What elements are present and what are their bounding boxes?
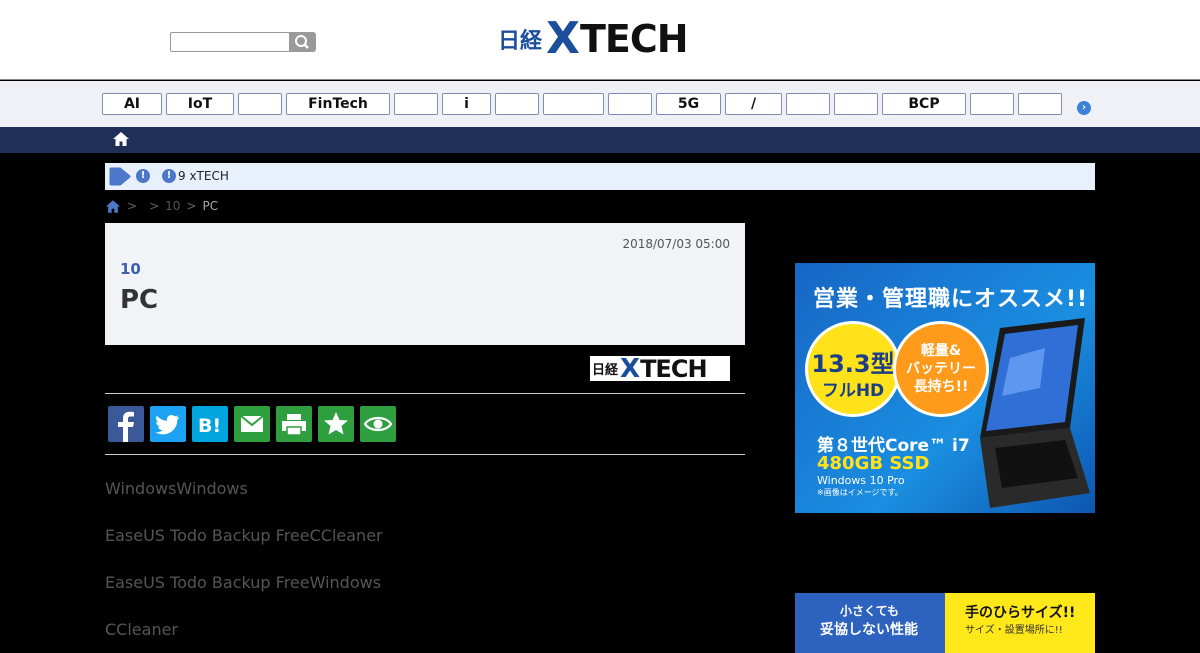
ad-left-panel: 小さくても 妥協しない性能 (795, 593, 945, 653)
breadcrumb-current: PC (202, 199, 219, 213)
nav-tag[interactable] (608, 93, 652, 115)
print-button[interactable] (276, 406, 312, 442)
nav-tag[interactable] (543, 93, 604, 115)
mail-share-button[interactable] (234, 406, 270, 442)
facebook-share-button[interactable] (108, 406, 144, 442)
chevron-right-icon[interactable]: › (1077, 101, 1091, 115)
star-icon (324, 412, 348, 435)
nav-tag-ai[interactable]: AI (102, 93, 162, 115)
source-logo-tech: TECH (640, 354, 707, 383)
ad-left-text: 妥協しない性能 (820, 622, 918, 638)
arrow-right-icon (109, 167, 131, 186)
hatena-bookmark-icon: B! (198, 415, 221, 437)
breadcrumb-separator: > (186, 199, 197, 213)
ad-right-text: 手のひらサイズ!! (965, 605, 1076, 621)
nav-tag[interactable] (834, 93, 878, 115)
home-bar (0, 127, 1200, 153)
search-input[interactable] (170, 32, 290, 52)
search-box (170, 32, 316, 52)
logo-tech: TECH (579, 17, 689, 61)
watch-button[interactable] (360, 406, 396, 442)
site-header: 日経 X TECH (0, 0, 1200, 80)
ad-headline: 営業・管理職にオススメ!! (813, 287, 1089, 312)
nav-tag-5g[interactable]: 5G (656, 93, 721, 115)
ad-badge-screen-size: 13.3型 (811, 350, 895, 378)
article-date: 2018/07/03 05:00 (622, 237, 730, 251)
ad-spec-os: Windows 10 Pro (817, 474, 905, 487)
page-title: PC (120, 285, 159, 315)
site-logo[interactable]: 日経 X TECH (498, 13, 689, 64)
nav-tag-fintech[interactable]: FinTech (286, 93, 390, 115)
hatena-bookmark-button[interactable]: B! (192, 406, 228, 442)
eye-icon (363, 416, 393, 432)
nav-tag-slash[interactable]: / (725, 93, 782, 115)
logo-prefix: 日経 (498, 29, 543, 54)
notice-bar[interactable]: ! ! 9 xTECH (105, 163, 1095, 190)
divider (105, 454, 745, 455)
alert-icon: ! (136, 169, 150, 183)
article-paragraph: EaseUS Todo Backup FreeCCleaner (105, 526, 383, 545)
breadcrumb-separator: > (149, 199, 160, 213)
home-icon[interactable] (112, 131, 130, 147)
print-icon (282, 414, 306, 436)
ad-badge-screen: 13.3型 フルHD (805, 321, 901, 417)
nav-tag[interactable] (786, 93, 830, 115)
breadcrumb-item[interactable]: 10 (165, 199, 180, 213)
nav-tag-iot[interactable]: IoT (166, 93, 234, 115)
ad-left-text: 小さくても (840, 604, 900, 618)
source-logo-prefix: 日経 (592, 363, 619, 378)
nav-tag[interactable] (394, 93, 438, 115)
mail-icon (240, 415, 264, 432)
laptop-image (980, 318, 1090, 508)
facebook-icon (118, 411, 134, 442)
logo-x: X (546, 13, 580, 64)
article-paragraph: WindowsWindows (105, 479, 248, 498)
article-series[interactable]: 10 (120, 260, 141, 278)
breadcrumb-separator: > (127, 199, 138, 213)
article-paragraph: EaseUS Todo Backup FreeWindows (105, 573, 382, 592)
ad-disclaimer: ※画像はイメージです。 (817, 488, 903, 497)
nav-tag[interactable] (238, 93, 282, 115)
notice-text[interactable]: 9 xTECH (178, 169, 229, 183)
source-logo-x: X (620, 353, 641, 384)
ad-right-panel: 手のひらサイズ!! サイズ・設置場所に!! (945, 593, 1095, 653)
home-icon[interactable] (105, 199, 121, 214)
divider (105, 393, 745, 394)
ad-banner-laptop[interactable]: 営業・管理職にオススメ!! 13.3型 フルHD 軽量& バッテリー 長持ち!!… (795, 263, 1095, 513)
twitter-icon (155, 414, 179, 435)
topic-nav: AI IoT FinTech i 5G / BCP (0, 81, 1200, 127)
source-logo: 日経 X TECH (590, 353, 730, 384)
alert-icon: ! (162, 169, 176, 183)
twitter-share-button[interactable] (150, 406, 186, 442)
search-button[interactable] (289, 32, 316, 52)
ad-banner-mini-pc[interactable]: 小さくても 妥協しない性能 手のひらサイズ!! サイズ・設置場所に!! (795, 593, 1095, 653)
ad-badge-screen-res: フルHD (821, 381, 885, 401)
ad-spec-ssd: 480GB SSD (817, 453, 930, 474)
nav-tag[interactable] (970, 93, 1014, 115)
nav-tag[interactable] (495, 93, 539, 115)
svg-text:B!: B! (198, 415, 221, 437)
nav-tag[interactable] (1018, 93, 1062, 115)
favorite-button[interactable] (318, 406, 354, 442)
nav-tag-bcp[interactable]: BCP (882, 93, 966, 115)
nav-tag-i[interactable]: i (442, 93, 491, 115)
breadcrumb: > > 10 > PC (105, 198, 218, 214)
ad-right-text: サイズ・設置場所に!! (965, 625, 1063, 636)
article-header: 2018/07/03 05:00 10 PC (105, 223, 745, 345)
search-icon (295, 35, 309, 49)
